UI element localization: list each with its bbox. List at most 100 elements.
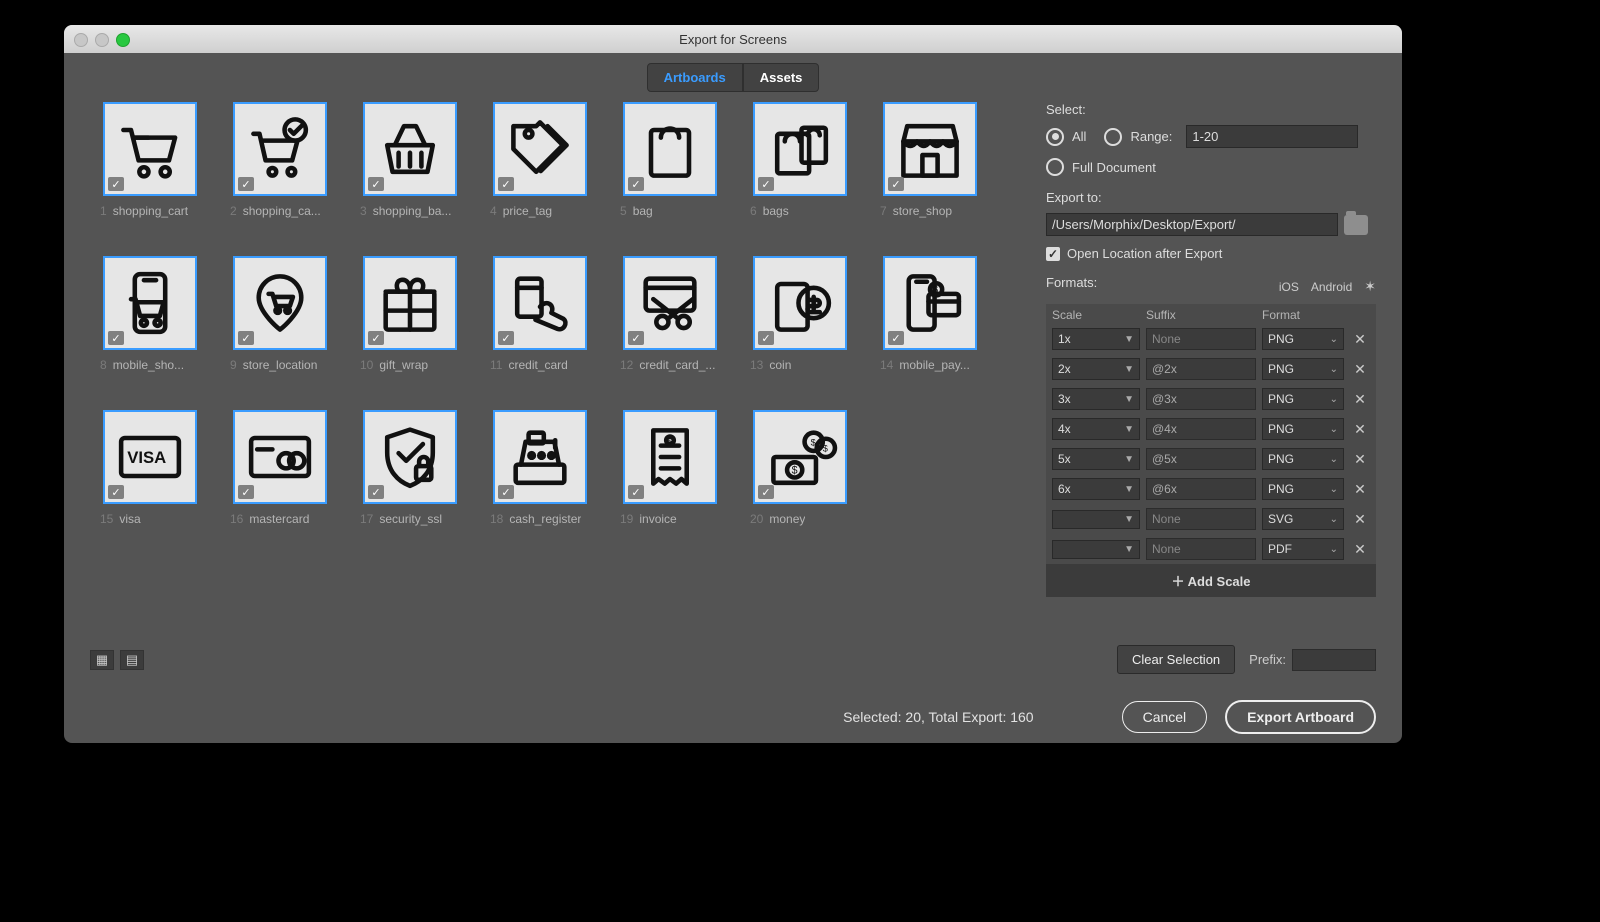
artboard-cell[interactable]: ✓ 2 shopping_ca... — [220, 102, 340, 242]
minimize-icon[interactable] — [95, 33, 109, 47]
scale-select[interactable]: 6x▼ — [1052, 478, 1140, 500]
format-row: ▼ None SVG⌄ ✕ — [1046, 504, 1376, 534]
artboard-cell[interactable]: ✓ 3 shopping_ba... — [350, 102, 470, 242]
artboard-thumbnail[interactable]: $ ✓ — [623, 410, 717, 504]
format-select[interactable]: PNG⌄ — [1262, 448, 1344, 470]
suffix-input[interactable]: @5x — [1146, 448, 1256, 470]
remove-format-icon[interactable]: ✕ — [1350, 331, 1370, 348]
scale-select[interactable]: ▼ — [1052, 540, 1140, 559]
artboard-cell[interactable]: ✓ 13 coin — [740, 256, 860, 396]
open-after-export-checkbox[interactable]: ✓ — [1046, 247, 1060, 261]
view-grid-icon[interactable]: ▦ — [90, 650, 114, 670]
remove-format-icon[interactable]: ✕ — [1350, 451, 1370, 468]
artboard-thumbnail[interactable]: ✓ — [493, 410, 587, 504]
suffix-input[interactable]: None — [1146, 538, 1256, 560]
tab-artboards[interactable]: Artboards — [647, 63, 743, 92]
artboard-cell[interactable]: ✓ 7 store_shop — [870, 102, 990, 242]
artboard-label: gift_wrap — [379, 358, 428, 372]
artboard-cell[interactable]: ✓ 11 credit_card — [480, 256, 600, 396]
artboard-cell[interactable]: $ ✓ 19 invoice — [610, 410, 730, 550]
scale-select[interactable]: 5x▼ — [1052, 448, 1140, 470]
artboard-thumbnail[interactable]: $$$ ✓ — [753, 410, 847, 504]
artboard-cell[interactable]: ✓ 18 cash_register — [480, 410, 600, 550]
format-select[interactable]: SVG⌄ — [1262, 508, 1344, 530]
suffix-input[interactable]: @4x — [1146, 418, 1256, 440]
prefix-input[interactable] — [1292, 649, 1376, 671]
artboard-cell[interactable]: $ ✓ 14 mobile_pay... — [870, 256, 990, 396]
artboard-thumbnail[interactable]: ✓ — [233, 102, 327, 196]
remove-format-icon[interactable]: ✕ — [1350, 541, 1370, 558]
scale-select[interactable]: 1x▼ — [1052, 328, 1140, 350]
artboard-thumbnail[interactable]: ✓ — [753, 256, 847, 350]
artboard-thumbnail[interactable]: VISA ✓ — [103, 410, 197, 504]
range-input[interactable] — [1186, 125, 1358, 148]
remove-format-icon[interactable]: ✕ — [1350, 421, 1370, 438]
artboard-thumbnail[interactable]: ✓ — [103, 102, 197, 196]
artboard-cell[interactable]: ✓ 5 bag — [610, 102, 730, 242]
suffix-input[interactable]: None — [1146, 508, 1256, 530]
artboard-thumbnail[interactable]: ✓ — [623, 102, 717, 196]
artboard-label: mobile_pay... — [899, 358, 969, 372]
remove-format-icon[interactable]: ✕ — [1350, 391, 1370, 408]
artboard-cell[interactable]: ✓ 8 mobile_sho... — [90, 256, 210, 396]
export-artboard-button[interactable]: Export Artboard — [1225, 700, 1376, 734]
artboard-thumbnail[interactable]: ✓ — [753, 102, 847, 196]
artboard-cell[interactable]: ✓ 4 price_tag — [480, 102, 600, 242]
artboard-cell[interactable]: VISA ✓ 15 visa — [90, 410, 210, 550]
artboard-number: 1 — [100, 204, 107, 218]
cancel-button[interactable]: Cancel — [1122, 701, 1208, 733]
format-select[interactable]: PDF⌄ — [1262, 538, 1344, 560]
artboard-thumbnail[interactable]: ✓ — [233, 256, 327, 350]
clear-selection-button[interactable]: Clear Selection — [1117, 645, 1235, 674]
remove-format-icon[interactable]: ✕ — [1350, 361, 1370, 378]
format-select[interactable]: PNG⌄ — [1262, 478, 1344, 500]
radio-full-document[interactable] — [1046, 158, 1064, 176]
radio-range[interactable] — [1104, 128, 1122, 146]
suffix-input[interactable]: @3x — [1146, 388, 1256, 410]
artboard-cell[interactable]: ✓ 9 store_location — [220, 256, 340, 396]
suffix-input[interactable]: @6x — [1146, 478, 1256, 500]
artboard-cell[interactable]: ✓ 12 credit_card_... — [610, 256, 730, 396]
artboard-thumbnail[interactable]: ✓ — [233, 410, 327, 504]
artboard-cell[interactable]: ✓ 10 gift_wrap — [350, 256, 470, 396]
suffix-input[interactable]: None — [1146, 328, 1256, 350]
formats-preset-android[interactable]: Android — [1311, 280, 1352, 294]
artboard-thumbnail[interactable]: ✓ — [363, 256, 457, 350]
maximize-icon[interactable] — [116, 33, 130, 47]
artboard-thumbnail[interactable]: ✓ — [493, 256, 587, 350]
scale-select[interactable]: 4x▼ — [1052, 418, 1140, 440]
tab-assets[interactable]: Assets — [743, 63, 820, 92]
radio-all[interactable] — [1046, 128, 1064, 146]
view-list-icon[interactable]: ▤ — [120, 650, 144, 670]
artboard-label: bag — [633, 204, 653, 218]
remove-format-icon[interactable]: ✕ — [1350, 481, 1370, 498]
suffix-input[interactable]: @2x — [1146, 358, 1256, 380]
artboard-cell[interactable]: ✓ 17 security_ssl — [350, 410, 470, 550]
scale-select[interactable]: 3x▼ — [1052, 388, 1140, 410]
scale-select[interactable]: ▼ — [1052, 510, 1140, 529]
remove-format-icon[interactable]: ✕ — [1350, 511, 1370, 528]
formats-settings-icon[interactable]: ✶ — [1364, 278, 1376, 295]
format-select[interactable]: PNG⌄ — [1262, 328, 1344, 350]
artboard-thumbnail[interactable]: ✓ — [623, 256, 717, 350]
artboard-cell[interactable]: ✓ 16 mastercard — [220, 410, 340, 550]
artboard-thumbnail[interactable]: ✓ — [363, 410, 457, 504]
artboard-thumbnail[interactable]: ✓ — [363, 102, 457, 196]
artboard-cell[interactable]: $$$ ✓ 20 money — [740, 410, 860, 550]
close-icon[interactable] — [74, 33, 88, 47]
artboard-thumbnail[interactable]: ✓ — [493, 102, 587, 196]
formats-preset-ios[interactable]: iOS — [1279, 280, 1299, 294]
scale-select[interactable]: 2x▼ — [1052, 358, 1140, 380]
artboard-thumbnail[interactable]: ✓ — [103, 256, 197, 350]
format-select[interactable]: PNG⌄ — [1262, 418, 1344, 440]
artboard-thumbnail[interactable]: ✓ — [883, 102, 977, 196]
artboard-label: credit_card_... — [639, 358, 715, 372]
add-scale-button[interactable]: ＋ Add Scale — [1046, 564, 1376, 597]
format-select[interactable]: PNG⌄ — [1262, 358, 1344, 380]
artboard-cell[interactable]: ✓ 1 shopping_cart — [90, 102, 210, 242]
export-path-input[interactable] — [1046, 213, 1338, 236]
format-select[interactable]: PNG⌄ — [1262, 388, 1344, 410]
artboard-thumbnail[interactable]: $ ✓ — [883, 256, 977, 350]
artboard-cell[interactable]: ✓ 6 bags — [740, 102, 860, 242]
choose-folder-icon[interactable] — [1344, 215, 1368, 235]
